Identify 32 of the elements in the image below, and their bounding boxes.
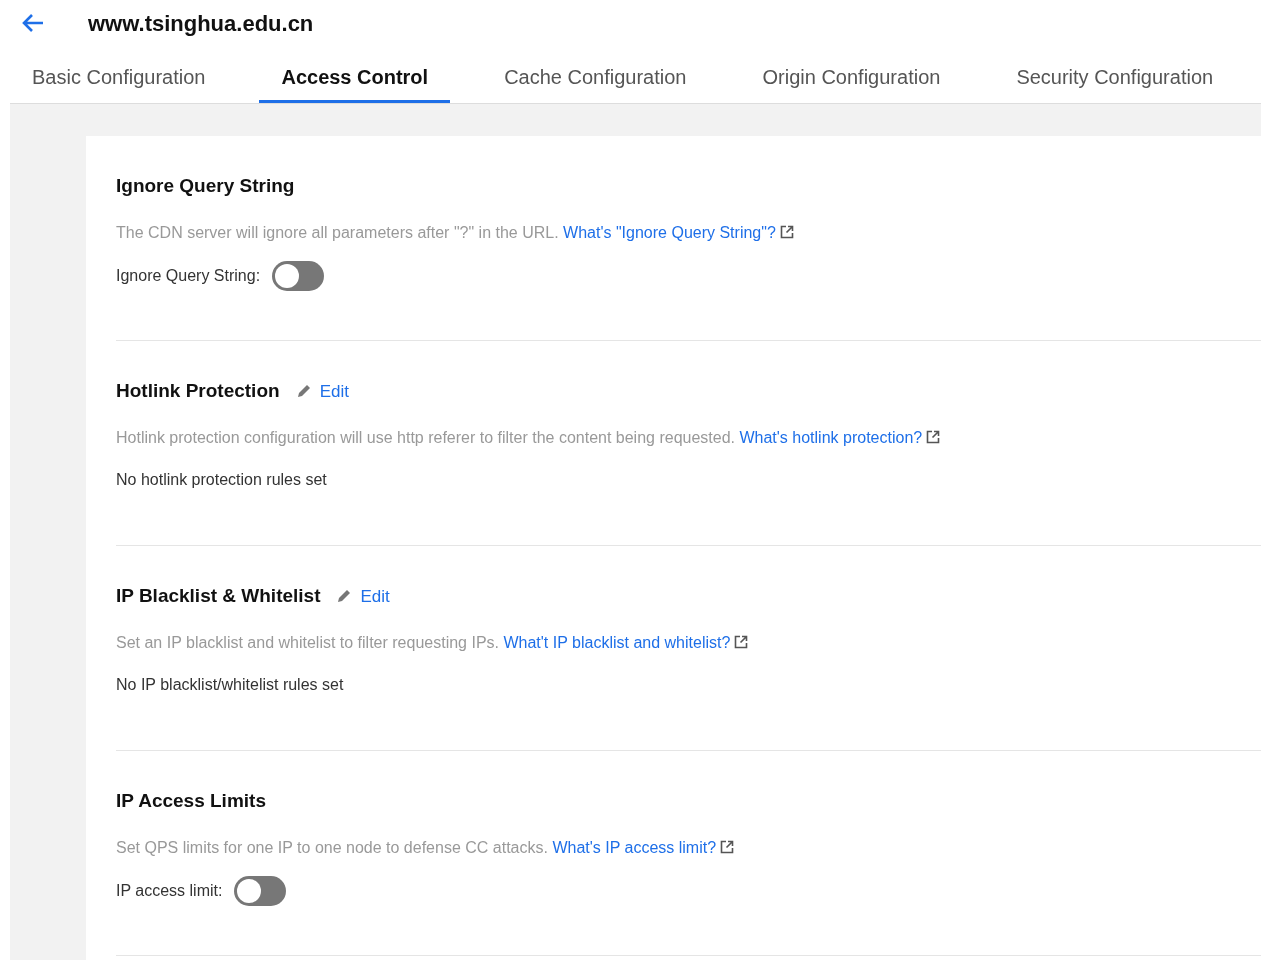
page-title: www.tsinghua.edu.cn bbox=[88, 9, 314, 38]
section-description: Set an IP blacklist and whitelist to filter requesting IPs. bbox=[116, 633, 499, 651]
toggle-switch[interactable] bbox=[234, 875, 287, 906]
edit-button[interactable]: Edit bbox=[336, 583, 390, 609]
help-link[interactable]: What's IP access limit? bbox=[552, 838, 717, 856]
section-title: IP Access Limits bbox=[116, 789, 266, 813]
external-link-icon bbox=[720, 839, 735, 854]
pencil-icon bbox=[336, 588, 353, 605]
help-link[interactable]: What't IP blacklist and whitelist? bbox=[503, 633, 731, 651]
section-title: Hotlink Protection bbox=[116, 379, 280, 403]
tab[interactable]: Security Configuration bbox=[994, 46, 1236, 103]
section-description: Hotlink protection configuration will use http referer to filter the content being requested. bbox=[116, 428, 735, 446]
help-link[interactable]: What's hotlink protection? bbox=[739, 428, 923, 446]
section-title: Ignore Query String bbox=[116, 174, 295, 198]
help-link[interactable]: What's "Ignore Query String"? bbox=[563, 223, 776, 241]
toggle-switch[interactable] bbox=[272, 260, 325, 291]
external-link-icon bbox=[779, 224, 794, 239]
back-arrow-icon bbox=[21, 13, 45, 33]
status-text: No hotlink protection rules set bbox=[116, 469, 328, 490]
status-text: No IP blacklist/whitelist rules set bbox=[116, 674, 345, 695]
toggle-label: IP access limit: bbox=[116, 880, 223, 901]
edit-button[interactable]: Edit bbox=[295, 378, 349, 404]
external-link-icon bbox=[734, 634, 749, 649]
pencil-icon bbox=[295, 383, 312, 400]
tab[interactable]: Origin Configuration bbox=[740, 46, 963, 103]
external-link-icon bbox=[926, 429, 941, 444]
tab[interactable]: Basic Configuration bbox=[10, 46, 228, 103]
section-title: IP Blacklist & Whitelist bbox=[116, 584, 321, 608]
tab[interactable]: Cache Configuration bbox=[482, 46, 709, 103]
section-description: The CDN server will ignore all parameters after "?" in the URL. bbox=[116, 223, 559, 241]
toggle-label: Ignore Query String: bbox=[116, 265, 261, 286]
section-description: Set QPS limits for one IP to one node to defense CC attacks. bbox=[116, 838, 548, 856]
